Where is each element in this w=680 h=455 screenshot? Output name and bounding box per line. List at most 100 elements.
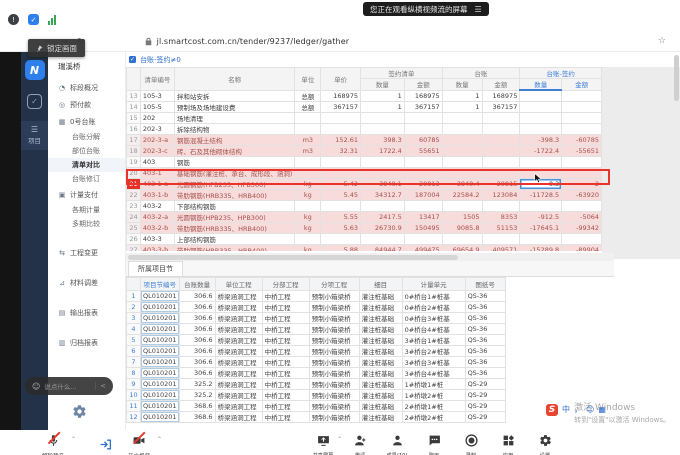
cell[interactable] bbox=[442, 112, 482, 123]
cell[interactable]: -5064 bbox=[562, 211, 602, 222]
cell[interactable]: 8353 bbox=[482, 211, 520, 222]
cell[interactable]: 预制小箱梁桥 bbox=[309, 302, 359, 313]
cell[interactable]: 中桥工程 bbox=[262, 291, 309, 302]
cell[interactable]: 中桥工程 bbox=[262, 335, 309, 346]
horizontal-scrollbar-thumb[interactable] bbox=[128, 255, 458, 260]
bookmark-star-icon[interactable]: ☆ bbox=[658, 36, 666, 46]
filter-checkbox[interactable]: ✓ bbox=[129, 56, 136, 63]
cell[interactable]: 预制小箱梁桥 bbox=[309, 412, 359, 423]
cell[interactable]: 22584.2 bbox=[442, 189, 482, 200]
cell[interactable]: QL010201 bbox=[141, 401, 180, 412]
cell[interactable]: 灌注桩基础 bbox=[359, 291, 402, 302]
cell[interactable] bbox=[520, 233, 562, 244]
sidebar-item-10[interactable]: ⇆工程变更 bbox=[48, 244, 125, 261]
cell[interactable]: 202 bbox=[140, 112, 174, 123]
cell[interactable]: 预制场及场地建设费 bbox=[174, 101, 295, 112]
list-item[interactable]: 7QL010201306.6桥梁涵洞工程中桥工程预制小箱梁桥灌注桩基础3#桥台3… bbox=[127, 357, 506, 368]
chat-placeholder[interactable]: 说点什么... bbox=[44, 381, 76, 391]
cell[interactable]: 368.6 bbox=[179, 401, 215, 412]
cell[interactable]: QL010201 bbox=[141, 291, 180, 302]
toolbar-settings-button[interactable]: 设置 bbox=[530, 432, 560, 455]
cell[interactable] bbox=[520, 90, 562, 101]
cell[interactable]: 灌注桩基础 bbox=[359, 412, 402, 423]
cell[interactable]: 2#桥墩2#桩 bbox=[402, 412, 465, 423]
cell[interactable]: 灌注桩基础 bbox=[359, 390, 402, 401]
table-row[interactable]: 27403-3-b带肋钢筋(HRB335、HRB400)kg5.8884944.… bbox=[127, 244, 602, 251]
cell[interactable]: 403-3-b bbox=[140, 244, 174, 251]
cell[interactable] bbox=[520, 156, 562, 167]
cell[interactable]: 预制小箱梁桥 bbox=[309, 379, 359, 390]
cell[interactable]: QL010201 bbox=[141, 412, 180, 423]
cell[interactable] bbox=[520, 123, 562, 134]
table-row[interactable]: 16202-3拆除结构物 bbox=[127, 123, 602, 134]
cell[interactable]: 1 bbox=[442, 90, 482, 101]
cell[interactable]: 桥梁涵洞工程 bbox=[215, 313, 262, 324]
bottom-col-7[interactable]: 图纸号 bbox=[465, 278, 505, 291]
cell[interactable]: 105-3 bbox=[140, 90, 174, 101]
cell[interactable]: 桥梁涵洞工程 bbox=[215, 291, 262, 302]
cell[interactable]: QL010201 bbox=[141, 379, 180, 390]
cell[interactable] bbox=[520, 112, 562, 123]
cell[interactable] bbox=[562, 123, 602, 134]
cell[interactable]: 带肋钢筋(HRB335、HRB400) bbox=[174, 244, 295, 251]
cell[interactable] bbox=[482, 134, 520, 145]
cell[interactable]: -1722.4 bbox=[520, 145, 562, 156]
cell[interactable]: 69654.9 bbox=[442, 244, 482, 251]
cell[interactable]: 预制小箱梁桥 bbox=[309, 324, 359, 335]
cell[interactable]: 预制小箱梁桥 bbox=[309, 401, 359, 412]
cell[interactable] bbox=[404, 156, 442, 167]
list-item[interactable]: 3QL010201306.6桥梁涵洞工程中桥工程预制小箱梁桥灌注桩基础0#桥台3… bbox=[127, 313, 506, 324]
cell[interactable]: 1 bbox=[442, 101, 482, 112]
cell[interactable] bbox=[295, 156, 321, 167]
cell[interactable]: QL010201 bbox=[141, 368, 180, 379]
cell[interactable]: 预制小箱梁桥 bbox=[309, 335, 359, 346]
cell[interactable]: QL010201 bbox=[141, 335, 180, 346]
cell[interactable] bbox=[404, 233, 442, 244]
cell[interactable]: 灌注桩基础 bbox=[359, 379, 402, 390]
cell[interactable] bbox=[562, 156, 602, 167]
collapse-chevron-icon[interactable]: < bbox=[95, 382, 106, 390]
cell[interactable]: kg bbox=[295, 222, 321, 233]
cell[interactable]: 2417.5 bbox=[361, 211, 405, 222]
ime-lang-icon[interactable]: 中 bbox=[562, 404, 570, 415]
cell[interactable]: 灌注桩基础 bbox=[359, 401, 402, 412]
cell[interactable]: 拆除结构物 bbox=[174, 123, 295, 134]
cell[interactable]: QL010201 bbox=[141, 313, 180, 324]
cell[interactable]: 1505 bbox=[442, 211, 482, 222]
unmute-button[interactable]: 解除静音 ⌃ bbox=[36, 432, 70, 455]
caret-icon[interactable]: ⌃ bbox=[337, 436, 342, 443]
sidebar-item-1[interactable]: ◎预付款 bbox=[48, 96, 125, 113]
cell[interactable]: 5.55 bbox=[321, 211, 361, 222]
cell[interactable]: 预制小箱梁桥 bbox=[309, 390, 359, 401]
cell[interactable]: 总额 bbox=[295, 90, 321, 101]
cell[interactable]: 34312.7 bbox=[361, 189, 405, 200]
cell[interactable]: 预制小箱梁桥 bbox=[309, 313, 359, 324]
cell[interactable]: QL010201 bbox=[141, 302, 180, 313]
cell[interactable]: 325.2 bbox=[179, 390, 215, 401]
cell[interactable] bbox=[562, 90, 602, 101]
cell[interactable]: 0#桥台2#桩基 bbox=[402, 302, 465, 313]
list-item[interactable]: 1QL010201306.6桥梁涵洞工程中桥工程预制小箱梁桥灌注桩基础0#桥台1… bbox=[127, 291, 506, 302]
cell[interactable] bbox=[562, 101, 602, 112]
col-contract-qty[interactable]: 数量 bbox=[361, 79, 405, 91]
sidebar-item-12[interactable]: ▤输出报表 bbox=[48, 304, 125, 321]
ime-punct-icon[interactable]: ， bbox=[574, 404, 582, 415]
sogou-logo-icon[interactable]: S bbox=[546, 404, 558, 416]
cell[interactable]: 钢筋 bbox=[174, 156, 295, 167]
list-item[interactable]: 11QL010201368.6桥梁涵洞工程中桥工程预制小箱梁桥灌注桩基础2#桥墩… bbox=[127, 401, 506, 412]
cell[interactable]: 桥梁涵洞工程 bbox=[215, 357, 262, 368]
start-video-button[interactable]: 开启视频 ⌃ bbox=[122, 432, 156, 455]
cell[interactable]: 1722.4 bbox=[361, 145, 405, 156]
sidebar-item-0[interactable]: ◔标段概况 bbox=[48, 79, 125, 96]
bottom-col-4[interactable]: 分项工程 bbox=[309, 278, 359, 291]
cell[interactable]: 202-3-a bbox=[140, 134, 174, 145]
cell[interactable] bbox=[442, 156, 482, 167]
cell[interactable]: 367157 bbox=[404, 101, 442, 112]
tab-project-section[interactable]: 所属项目节 bbox=[128, 261, 183, 276]
cell[interactable]: QS-36 bbox=[465, 346, 505, 357]
cell[interactable] bbox=[482, 233, 520, 244]
cell[interactable]: -60785 bbox=[562, 134, 602, 145]
cell[interactable]: 桥梁涵洞工程 bbox=[215, 401, 262, 412]
url-text[interactable]: jl.smartcost.com.cn/tender/9237/ledger/g… bbox=[157, 37, 349, 46]
table-row[interactable]: 26403-3上部结构钢筋 bbox=[127, 233, 602, 244]
